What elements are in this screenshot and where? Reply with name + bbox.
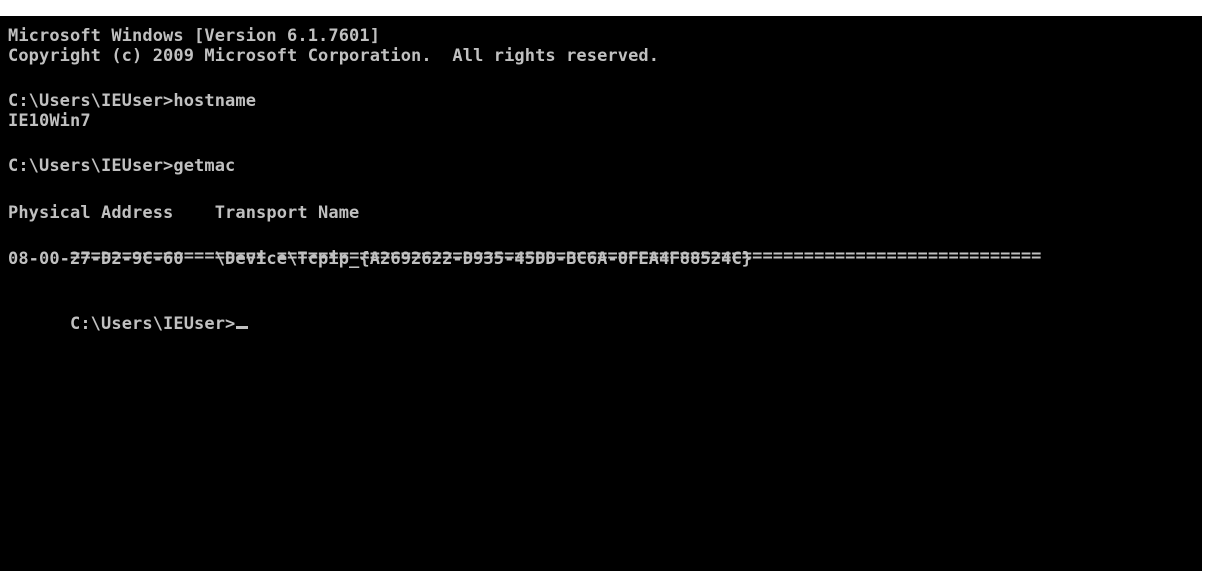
console-line-getmac-command: C:\Users\IEUser>getmac — [8, 156, 236, 176]
console-line-hostname-output: IE10Win7 — [8, 111, 91, 131]
window-frame: Microsoft Windows [Version 6.1.7601] Cop… — [0, 0, 1211, 571]
command-prompt-console[interactable]: Microsoft Windows [Version 6.1.7601] Cop… — [0, 16, 1202, 571]
text-cursor — [236, 326, 249, 329]
console-line-table-header: Physical Address Transport Name — [8, 203, 360, 223]
prompt-text: C:\Users\IEUser> — [70, 314, 236, 334]
console-line-version: Microsoft Windows [Version 6.1.7601] — [8, 26, 381, 46]
console-line-separator: =================== ====================… — [8, 226, 1042, 266]
console-line-mac-row: 08-00-27-D2-9C-60 \Device\Tcpip_{A269262… — [8, 249, 753, 269]
console-line-prompt[interactable]: C:\Users\IEUser> — [8, 294, 249, 334]
console-line-hostname-command: C:\Users\IEUser>hostname — [8, 91, 257, 111]
console-line-copyright: Copyright (c) 2009 Microsoft Corporation… — [8, 46, 660, 66]
